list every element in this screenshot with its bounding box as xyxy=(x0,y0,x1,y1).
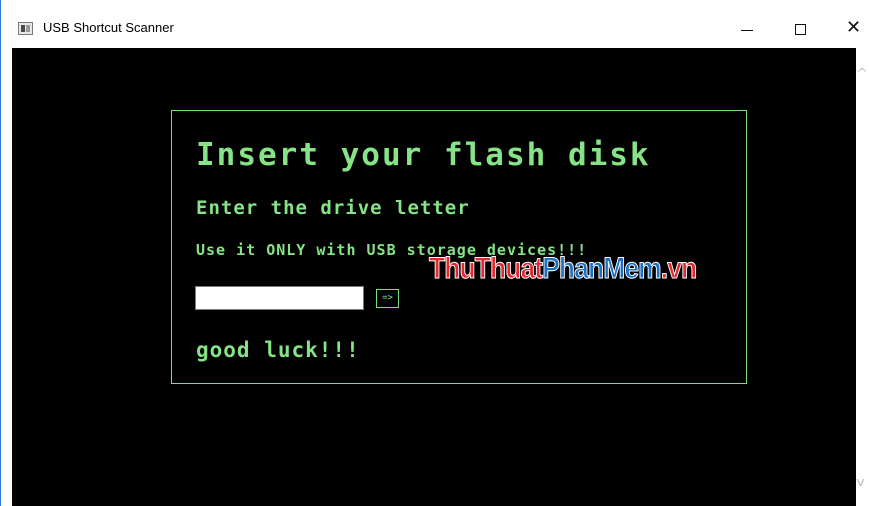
vertical-scrollbar[interactable]: ^ v xyxy=(856,48,869,506)
maximize-button[interactable] xyxy=(778,10,824,48)
app-icon xyxy=(18,22,33,35)
footer-text: good luck!!! xyxy=(196,338,360,362)
watermark-part1: ThuThuat xyxy=(429,252,544,286)
submit-button[interactable]: => xyxy=(376,289,399,308)
close-button[interactable]: ✕ xyxy=(830,10,869,48)
app-window: USB Shortcut Scanner ✕ ^ v Insert your f… xyxy=(0,0,869,506)
close-icon: ✕ xyxy=(846,17,862,38)
minimize-button[interactable] xyxy=(724,10,770,48)
minimize-icon xyxy=(741,30,753,31)
window-title: USB Shortcut Scanner xyxy=(43,20,174,35)
instruction-text: Enter the drive letter xyxy=(196,197,470,219)
watermark-part3: .vn xyxy=(660,252,697,286)
maximize-icon xyxy=(795,24,806,35)
scroll-down-icon[interactable]: v xyxy=(856,475,865,489)
title-bar[interactable]: USB Shortcut Scanner ✕ xyxy=(1,0,869,48)
drive-letter-input[interactable] xyxy=(195,286,364,310)
scroll-up-icon[interactable]: ^ xyxy=(856,66,868,80)
page-title: Insert your flash disk xyxy=(196,137,651,173)
watermark-part2: PhanMem xyxy=(542,252,662,286)
watermark-logo: ThuThuatPhanMem.vn xyxy=(429,252,698,286)
